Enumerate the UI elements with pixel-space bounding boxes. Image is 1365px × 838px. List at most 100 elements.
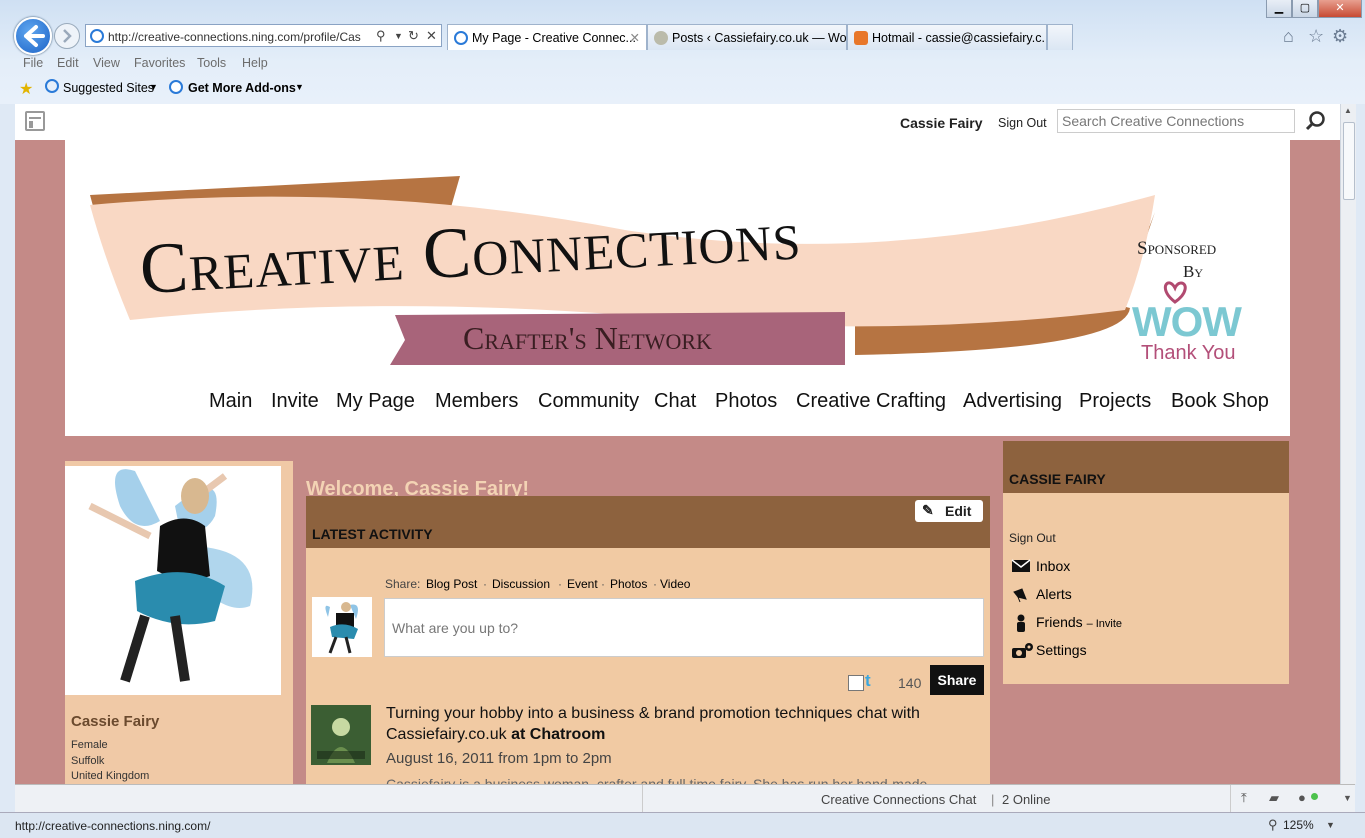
back-button[interactable]	[14, 17, 52, 55]
menu-favorites[interactable]: Favorites	[134, 56, 185, 70]
address-url[interactable]: http://creative-connections.ning.com/pro…	[108, 30, 373, 44]
home-icon[interactable]: ⌂	[1283, 26, 1294, 47]
scroll-up-icon[interactable]: ▲	[1344, 106, 1352, 115]
edit-label: Edit	[945, 503, 972, 519]
zoom-level[interactable]: 125%	[1283, 818, 1314, 832]
online-dot-icon	[1311, 793, 1318, 800]
nav-creative-crafting[interactable]: Creative Crafting	[796, 390, 946, 413]
ning-chat-bar[interactable]: Creative Connections Chat | 2 Online ⤒ ▰…	[15, 784, 1355, 812]
profile-photo[interactable]	[65, 466, 281, 695]
nav-projects[interactable]: Projects	[1079, 390, 1151, 413]
menu-file[interactable]: File	[23, 56, 43, 70]
online-status-icon[interactable]: ●	[1298, 790, 1306, 805]
dot-separator: ·	[601, 577, 605, 591]
sign-out-link[interactable]: Sign Out	[998, 116, 1047, 130]
share-video[interactable]: Video	[660, 577, 690, 591]
favorites-star-icon[interactable]: ☆	[1308, 26, 1324, 47]
sponsor-logo[interactable]: WOW	[1132, 298, 1242, 346]
nav-main[interactable]: Main	[209, 390, 252, 413]
twitter-checkbox[interactable]	[848, 675, 864, 691]
new-tab-button[interactable]	[1047, 24, 1073, 50]
profile-county: Suffolk	[71, 755, 105, 767]
scroll-thumb[interactable]	[1343, 122, 1355, 200]
tools-gear-icon[interactable]: ⚙	[1332, 26, 1348, 47]
chat-online-count: 2 Online	[1002, 792, 1051, 807]
chevron-down-icon[interactable]: ▼	[295, 82, 304, 92]
share-discussion[interactable]: Discussion	[492, 577, 550, 591]
favorites-star-icon[interactable]: ★	[19, 79, 33, 99]
dropdown-icon[interactable]: ▼	[394, 31, 403, 41]
profile-name[interactable]: Cassie Fairy	[71, 713, 159, 730]
banner-subtitle: Crafter's Network	[463, 320, 712, 356]
tab-my-page[interactable]: My Page - Creative Connec... ✕	[447, 24, 647, 50]
forward-button[interactable]	[54, 23, 80, 49]
share-photos[interactable]: Photos	[610, 577, 647, 591]
friends-label: Friends	[1036, 614, 1083, 630]
address-bar[interactable]: http://creative-connections.ning.com/pro…	[85, 24, 442, 47]
tab-title: Hotmail - cassie@cassiefairy.c...	[872, 31, 1047, 45]
nav-community[interactable]: Community	[538, 390, 639, 413]
menu-tools[interactable]: Tools	[197, 56, 226, 70]
page-scrollbar[interactable]: ▲	[1340, 104, 1356, 784]
dot-separator: ·	[653, 577, 657, 591]
nav-advertising[interactable]: Advertising	[963, 390, 1062, 413]
edit-button[interactable]: ✎ Edit	[915, 500, 983, 522]
status-input[interactable]	[384, 598, 984, 657]
nav-my-page[interactable]: My Page	[336, 390, 415, 413]
share-event[interactable]: Event	[567, 577, 598, 591]
suggested-sites-link[interactable]: Suggested Sites	[63, 81, 154, 95]
dot-separator: ·	[483, 577, 487, 591]
maximize-icon[interactable]: ▢	[1292, 0, 1318, 18]
share-blog-post[interactable]: Blog Post	[426, 577, 477, 591]
char-count: 140	[898, 675, 922, 691]
stop-icon[interactable]: ✕	[426, 28, 437, 44]
avatar-image	[325, 602, 358, 654]
chevron-down-icon[interactable]: ▼	[149, 82, 158, 92]
scroll-down-icon[interactable]: ▼	[1343, 793, 1352, 803]
zoom-dropdown-icon[interactable]: ▼	[1326, 820, 1335, 830]
share-button[interactable]: Share	[930, 665, 984, 695]
chat-bubbles-icon[interactable]: ▰	[1269, 790, 1279, 806]
refresh-icon[interactable]: ↻	[408, 28, 419, 44]
activity-event-title[interactable]: Turning your hobby into a business & bra…	[386, 705, 920, 743]
user-name-link[interactable]: Cassie Fairy	[900, 115, 983, 131]
nav-invite[interactable]: Invite	[271, 390, 319, 413]
sidebar-item-settings[interactable]: Settings	[1011, 641, 1261, 663]
profile-gender: Female	[71, 739, 108, 751]
browser-status-bar: http://creative-connections.ning.com/ ⚲ …	[0, 812, 1365, 838]
close-tab-icon[interactable]: ✕	[630, 30, 640, 45]
twitter-icon: t	[865, 671, 871, 690]
minimize-icon[interactable]: ▁	[1266, 0, 1292, 18]
get-addons-link[interactable]: Get More Add-ons	[188, 81, 296, 95]
zoom-icon[interactable]: ⚲	[1268, 817, 1278, 833]
search-icon[interactable]: ⚲	[376, 28, 386, 44]
sidebar-item-inbox[interactable]: Inbox	[1011, 557, 1261, 579]
nav-chat[interactable]: Chat	[654, 390, 696, 413]
menu-help[interactable]: Help	[242, 56, 268, 70]
invite-link[interactable]: – Invite	[1087, 618, 1122, 630]
collapse-chat-icon[interactable]: ⤒	[1241, 790, 1247, 806]
nav-book-shop[interactable]: Book Shop	[1171, 390, 1269, 413]
sidebar-sign-out[interactable]: Sign Out	[1009, 531, 1056, 545]
camera-gear-icon	[1012, 643, 1033, 658]
ning-menu-icon[interactable]	[25, 111, 45, 131]
ie-page-icon	[90, 29, 104, 43]
sidebar-item-alerts[interactable]: Alerts	[1011, 585, 1261, 607]
menu-edit[interactable]: Edit	[57, 56, 79, 70]
sidebar-heading: CASSIE FAIRY	[1009, 471, 1106, 487]
search-input[interactable]	[1057, 109, 1295, 133]
sidebar-item-label: Friends – Invite	[1036, 614, 1122, 630]
nav-photos[interactable]: Photos	[715, 390, 777, 413]
activity-event-excerpt: Cassiefairy is a business woman, crafter…	[386, 776, 928, 784]
event-thumbnail[interactable]	[311, 705, 371, 765]
user-avatar[interactable]	[312, 597, 372, 657]
chat-title[interactable]: Creative Connections Chat	[821, 792, 976, 807]
nav-members[interactable]: Members	[435, 390, 518, 413]
tab-posts[interactable]: Posts ‹ Cassiefairy.co.uk — Wo...	[647, 24, 847, 50]
menu-view[interactable]: View	[93, 56, 120, 70]
close-window-icon[interactable]: ✕	[1318, 0, 1362, 18]
sidebar-item-friends[interactable]: Friends – Invite	[1011, 613, 1261, 635]
activity-event-location[interactable]: at Chatroom	[511, 726, 605, 743]
tab-hotmail[interactable]: Hotmail - cassie@cassiefairy.c...	[847, 24, 1047, 50]
search-icon[interactable]	[1305, 110, 1327, 132]
